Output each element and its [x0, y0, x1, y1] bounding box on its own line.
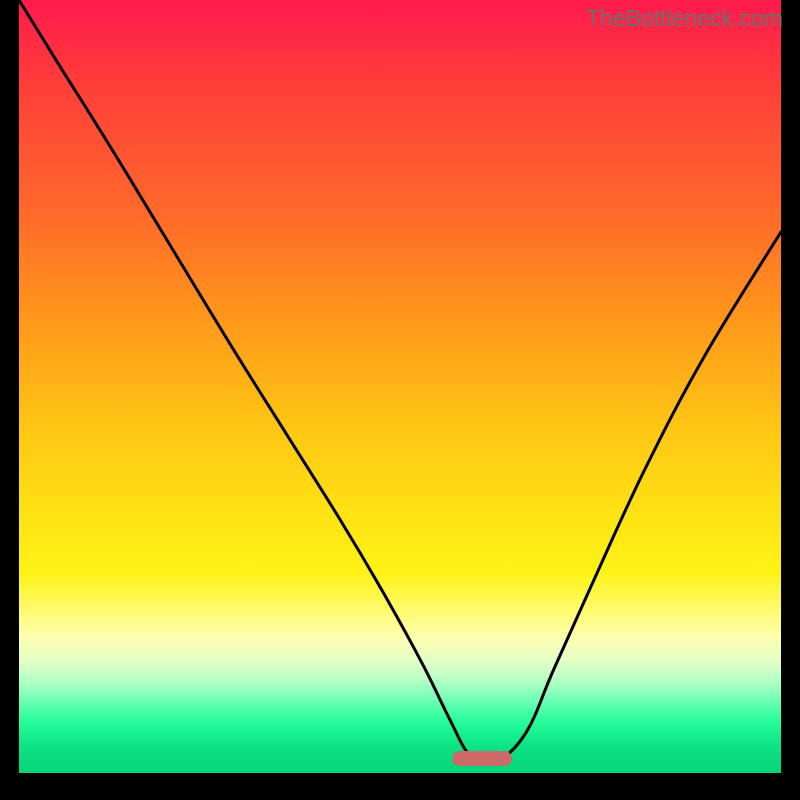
chart-frame: TheBottleneck.com — [0, 0, 800, 800]
bottleneck-curve — [0, 0, 800, 800]
watermark-text: TheBottleneck.com — [586, 5, 783, 32]
optimal-marker — [452, 751, 512, 766]
